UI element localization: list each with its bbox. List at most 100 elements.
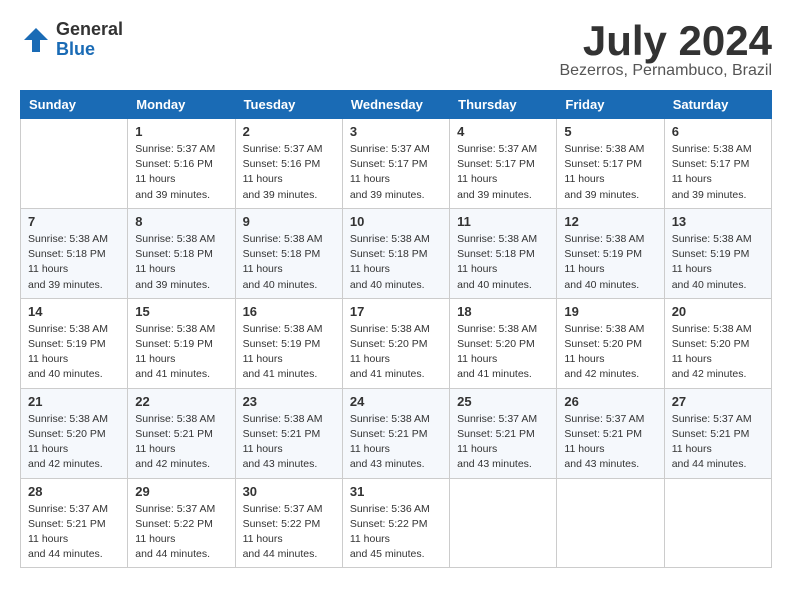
header-wednesday: Wednesday (342, 91, 449, 119)
day-info: Sunrise: 5:38 AMSunset: 5:20 PM11 hoursa… (28, 412, 120, 473)
header-thursday: Thursday (450, 91, 557, 119)
table-row: 18Sunrise: 5:38 AMSunset: 5:20 PM11 hour… (450, 298, 557, 388)
header-tuesday: Tuesday (235, 91, 342, 119)
title-area: July 2024 Bezerros, Pernambuco, Brazil (559, 20, 772, 80)
day-number: 19 (564, 304, 656, 319)
day-number: 3 (350, 124, 442, 139)
day-info: Sunrise: 5:38 AMSunset: 5:18 PM11 hoursa… (243, 232, 335, 293)
day-info: Sunrise: 5:38 AMSunset: 5:19 PM11 hoursa… (564, 232, 656, 293)
table-row: 20 Sunrise: 5:38 AMSunset: 5:20 PM11 hour… (664, 298, 771, 388)
table-row: 8 Sunrise: 5:38 AMSunset: 5:18 PM11 hours… (128, 208, 235, 298)
day-info: Sunrise: 5:38 AMSunset: 5:19 PM11 hoursa… (28, 322, 120, 383)
table-row: 21 Sunrise: 5:38 AMSunset: 5:20 PM11 hour… (21, 388, 128, 478)
calendar-title: July 2024 (559, 20, 772, 62)
day-info: Sunrise: 5:38 AMSunset: 5:19 PM11 hoursa… (135, 322, 227, 383)
table-row: 30Sunrise: 5:37 AMSunset: 5:22 PM11 hour… (235, 478, 342, 568)
calendar-subtitle: Bezerros, Pernambuco, Brazil (559, 62, 772, 80)
page-header: General Blue July 2024 Bezerros, Pernamb… (20, 20, 772, 80)
day-number: 22 (135, 394, 227, 409)
table-row (21, 119, 128, 209)
table-row: 5Sunrise: 5:38 AMSunset: 5:17 PM11 hours… (557, 119, 664, 209)
logo-blue: Blue (56, 40, 123, 60)
day-number: 12 (564, 214, 656, 229)
day-number: 17 (350, 304, 442, 319)
table-row: 13 Sunrise: 5:38 AMSunset: 5:19 PM11 hour… (664, 208, 771, 298)
logo-general: General (56, 20, 123, 40)
day-number: 14 (28, 304, 120, 319)
day-info: Sunrise: 5:38 AMSunset: 5:17 PM11 hoursa… (564, 142, 656, 203)
day-number: 2 (243, 124, 335, 139)
day-number: 26 (564, 394, 656, 409)
calendar-week-row: 1 Sunrise: 5:37 AMSunset: 5:16 PM11 hours… (21, 119, 772, 209)
day-number: 25 (457, 394, 549, 409)
day-info: Sunrise: 5:38 AMSunset: 5:20 PM11 hoursa… (672, 322, 764, 383)
table-row: 7 Sunrise: 5:38 AMSunset: 5:18 PM11 hours… (21, 208, 128, 298)
day-number: 8 (135, 214, 227, 229)
day-number: 7 (28, 214, 120, 229)
day-info: Sunrise: 5:37 AMSunset: 5:16 PM11 hoursa… (135, 142, 227, 203)
day-number: 30 (243, 484, 335, 499)
day-info: Sunrise: 5:38 AMSunset: 5:21 PM11 hoursa… (350, 412, 442, 473)
day-number: 21 (28, 394, 120, 409)
calendar-week-row: 14 Sunrise: 5:38 AMSunset: 5:19 PM11 hour… (21, 298, 772, 388)
day-info: Sunrise: 5:37 AMSunset: 5:17 PM11 hoursa… (457, 142, 549, 203)
day-number: 1 (135, 124, 227, 139)
weekday-header-row: Sunday Monday Tuesday Wednesday Thursday… (21, 91, 772, 119)
day-number: 18 (457, 304, 549, 319)
table-row: 11 Sunrise: 5:38 AMSunset: 5:18 PM11 hour… (450, 208, 557, 298)
day-number: 24 (350, 394, 442, 409)
table-row: 25Sunrise: 5:37 AMSunset: 5:21 PM11 hour… (450, 388, 557, 478)
table-row: 6Sunrise: 5:38 AMSunset: 5:17 PM11 hours… (664, 119, 771, 209)
header-saturday: Saturday (664, 91, 771, 119)
day-info: Sunrise: 5:38 AMSunset: 5:17 PM11 hoursa… (672, 142, 764, 203)
day-info: Sunrise: 5:38 AMSunset: 5:18 PM11 hoursa… (457, 232, 549, 293)
day-number: 9 (243, 214, 335, 229)
day-info: Sunrise: 5:38 AMSunset: 5:18 PM11 hoursa… (135, 232, 227, 293)
day-info: Sunrise: 5:36 AMSunset: 5:22 PM11 hoursa… (350, 502, 442, 563)
table-row: 10Sunrise: 5:38 AMSunset: 5:18 PM11 hour… (342, 208, 449, 298)
day-number: 23 (243, 394, 335, 409)
calendar-week-row: 21 Sunrise: 5:38 AMSunset: 5:20 PM11 hour… (21, 388, 772, 478)
table-row: 31 Sunrise: 5:36 AMSunset: 5:22 PM11 hour… (342, 478, 449, 568)
table-row: 29 Sunrise: 5:37 AMSunset: 5:22 PM11 hour… (128, 478, 235, 568)
table-row: 23 Sunrise: 5:38 AMSunset: 5:21 PM11 hour… (235, 388, 342, 478)
logo: General Blue (20, 20, 123, 60)
day-info: Sunrise: 5:37 AMSunset: 5:17 PM11 hoursa… (350, 142, 442, 203)
table-row: 22Sunrise: 5:38 AMSunset: 5:21 PM11 hour… (128, 388, 235, 478)
day-number: 31 (350, 484, 442, 499)
table-row: 15 Sunrise: 5:38 AMSunset: 5:19 PM11 hour… (128, 298, 235, 388)
day-info: Sunrise: 5:37 AMSunset: 5:21 PM11 hoursa… (564, 412, 656, 473)
day-number: 16 (243, 304, 335, 319)
calendar-table: Sunday Monday Tuesday Wednesday Thursday… (20, 90, 772, 568)
day-number: 15 (135, 304, 227, 319)
header-friday: Friday (557, 91, 664, 119)
day-number: 20 (672, 304, 764, 319)
calendar-week-row: 7 Sunrise: 5:38 AMSunset: 5:18 PM11 hours… (21, 208, 772, 298)
day-info: Sunrise: 5:38 AMSunset: 5:19 PM11 hoursa… (243, 322, 335, 383)
day-info: Sunrise: 5:38 AMSunset: 5:20 PM11 hoursa… (564, 322, 656, 383)
day-info: Sunrise: 5:38 AMSunset: 5:19 PM11 hoursa… (672, 232, 764, 293)
day-info: Sunrise: 5:37 AMSunset: 5:21 PM11 hoursa… (28, 502, 120, 563)
table-row: 9 Sunrise: 5:38 AMSunset: 5:18 PM11 hours… (235, 208, 342, 298)
table-row: 27Sunrise: 5:37 AMSunset: 5:21 PM11 hour… (664, 388, 771, 478)
day-info: Sunrise: 5:37 AMSunset: 5:21 PM11 hoursa… (672, 412, 764, 473)
logo-text: General Blue (56, 20, 123, 60)
day-info: Sunrise: 5:38 AMSunset: 5:18 PM11 hoursa… (350, 232, 442, 293)
day-number: 4 (457, 124, 549, 139)
day-info: Sunrise: 5:37 AMSunset: 5:22 PM11 hoursa… (135, 502, 227, 563)
day-number: 13 (672, 214, 764, 229)
table-row (664, 478, 771, 568)
logo-icon (20, 24, 52, 56)
table-row: 24 Sunrise: 5:38 AMSunset: 5:21 PM11 hour… (342, 388, 449, 478)
day-info: Sunrise: 5:38 AMSunset: 5:18 PM11 hoursa… (28, 232, 120, 293)
day-number: 11 (457, 214, 549, 229)
table-row: 19 Sunrise: 5:38 AMSunset: 5:20 PM11 hour… (557, 298, 664, 388)
table-row: 1 Sunrise: 5:37 AMSunset: 5:16 PM11 hours… (128, 119, 235, 209)
day-info: Sunrise: 5:38 AMSunset: 5:20 PM11 hoursa… (350, 322, 442, 383)
table-row (557, 478, 664, 568)
day-number: 28 (28, 484, 120, 499)
day-info: Sunrise: 5:38 AMSunset: 5:21 PM11 hoursa… (243, 412, 335, 473)
day-number: 29 (135, 484, 227, 499)
table-row: 2Sunrise: 5:37 AMSunset: 5:16 PM11 hours… (235, 119, 342, 209)
table-row: 14 Sunrise: 5:38 AMSunset: 5:19 PM11 hour… (21, 298, 128, 388)
